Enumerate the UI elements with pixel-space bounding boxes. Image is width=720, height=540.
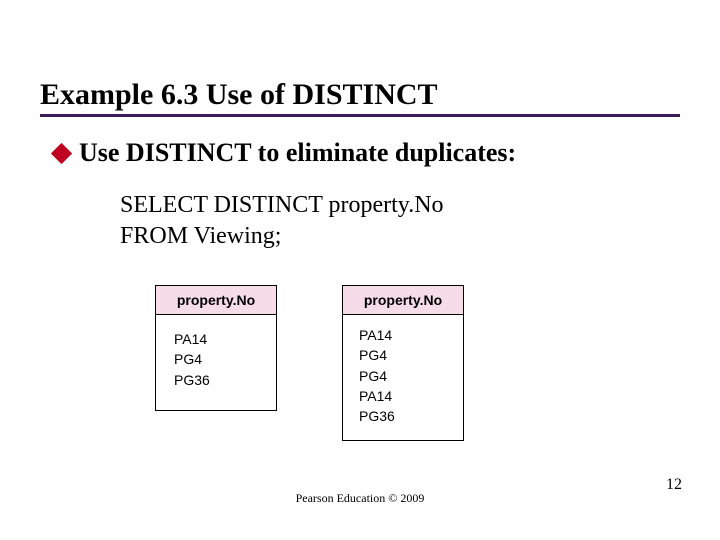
table-row: PG4 [174,349,258,369]
table-row: PG36 [174,370,258,390]
sql-code-block: SELECT DISTINCT property.No FROM Viewing… [120,190,444,252]
table-row: PG4 [359,345,447,365]
bullet-row: Use DISTINCT to eliminate duplicates: [54,138,516,168]
table-row: PG36 [359,406,447,426]
table-row: PA14 [359,386,447,406]
diamond-bullet-icon [51,142,72,163]
table-row: PA14 [359,325,447,345]
slide-title-wrap: Example 6.3 Use of DISTINCT [40,78,680,117]
code-line-2: FROM Viewing; [120,221,444,252]
table-body-right: PA14 PG4 PG4 PA14 PG36 [343,315,463,440]
result-table-right: property.No PA14 PG4 PG4 PA14 PG36 [342,285,464,441]
result-table-left: property.No PA14 PG4 PG36 [155,285,277,411]
tables-row: property.No PA14 PG4 PG36 property.No PA… [155,285,464,441]
bullet-text: Use DISTINCT to eliminate duplicates: [79,138,516,168]
table-body-left: PA14 PG4 PG36 [156,315,276,410]
slide-title: Example 6.3 Use of DISTINCT [40,78,680,114]
table-row: PA14 [174,329,258,349]
table-header-left: property.No [156,286,276,315]
footer-credit: Pearson Education © 2009 [0,491,720,506]
page-number: 12 [666,476,682,494]
table-header-right: property.No [343,286,463,315]
code-line-1: SELECT DISTINCT property.No [120,190,444,221]
table-row: PG4 [359,366,447,386]
